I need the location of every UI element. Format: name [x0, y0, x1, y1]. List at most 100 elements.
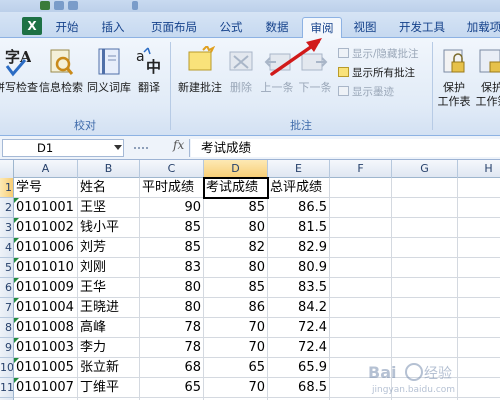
row-header-8[interactable]: 8: [0, 318, 14, 338]
cell-c11[interactable]: 65: [140, 378, 204, 398]
cell-b7[interactable]: 王晓进: [78, 298, 140, 318]
cell-b10[interactable]: 张立新: [78, 358, 140, 378]
cell-a8[interactable]: 0101008: [14, 318, 78, 338]
cell-f6[interactable]: [330, 278, 392, 298]
undo-icon[interactable]: [54, 1, 64, 10]
row-header-7[interactable]: 7: [0, 298, 14, 318]
cell-e1[interactable]: 总评成绩: [268, 178, 330, 198]
cell-b5[interactable]: 刘刚: [78, 258, 140, 278]
cell-e8[interactable]: 72.4: [268, 318, 330, 338]
cell-c8[interactable]: 78: [140, 318, 204, 338]
cell-h8[interactable]: [458, 318, 500, 338]
cell-h3[interactable]: [458, 218, 500, 238]
cell-c3[interactable]: 85: [140, 218, 204, 238]
formula-input[interactable]: 考试成绩: [191, 139, 500, 157]
cell-g1[interactable]: [392, 178, 458, 198]
cell-e10[interactable]: 65.9: [268, 358, 330, 378]
translate-button[interactable]: a 中 翻译: [132, 46, 166, 95]
cell-a2[interactable]: 0101001: [14, 198, 78, 218]
cell-f2[interactable]: [330, 198, 392, 218]
column-header-f[interactable]: F: [330, 160, 392, 178]
cell-c9[interactable]: 78: [140, 338, 204, 358]
cell-e7[interactable]: 84.2: [268, 298, 330, 318]
cell-g4[interactable]: [392, 238, 458, 258]
tab-data[interactable]: 数据: [256, 17, 298, 38]
row-header-3[interactable]: 3: [0, 218, 14, 238]
cell-g7[interactable]: [392, 298, 458, 318]
row-header-10[interactable]: 10: [0, 358, 14, 378]
cell-d5[interactable]: 80: [204, 258, 268, 278]
cell-f7[interactable]: [330, 298, 392, 318]
cell-c7[interactable]: 80: [140, 298, 204, 318]
number-as-text-indicator-icon[interactable]: [14, 278, 19, 283]
cell-b8[interactable]: 高峰: [78, 318, 140, 338]
cell-f5[interactable]: [330, 258, 392, 278]
row-header-11[interactable]: 11: [0, 378, 14, 398]
tab-home[interactable]: 开始: [48, 17, 86, 38]
tab-insert[interactable]: 插入: [92, 17, 134, 38]
show-ink-button[interactable]: 显示墨迹: [338, 84, 394, 100]
cell-g3[interactable]: [392, 218, 458, 238]
cell-a10[interactable]: 0101005: [14, 358, 78, 378]
row-header-6[interactable]: 6: [0, 278, 14, 298]
number-as-text-indicator-icon[interactable]: [14, 358, 19, 363]
cell-f3[interactable]: [330, 218, 392, 238]
cell-d7[interactable]: 86: [204, 298, 268, 318]
cell-d9[interactable]: 70: [204, 338, 268, 358]
number-as-text-indicator-icon[interactable]: [14, 218, 19, 223]
cell-c2[interactable]: 90: [140, 198, 204, 218]
cell-a1[interactable]: 学号: [14, 178, 78, 198]
cell-a3[interactable]: 0101002: [14, 218, 78, 238]
tab-formulas[interactable]: 公式: [212, 17, 250, 38]
protect-workbook-button[interactable]: 保护 工作簿: [472, 46, 500, 109]
number-as-text-indicator-icon[interactable]: [14, 238, 19, 243]
cell-e5[interactable]: 80.9: [268, 258, 330, 278]
name-box-dropdown-icon[interactable]: [114, 145, 122, 150]
cell-d3[interactable]: 80: [204, 218, 268, 238]
column-header-b[interactable]: B: [78, 160, 140, 178]
cell-d10[interactable]: 65: [204, 358, 268, 378]
cell-b9[interactable]: 李力: [78, 338, 140, 358]
cell-g8[interactable]: [392, 318, 458, 338]
row-header-4[interactable]: 4: [0, 238, 14, 258]
number-as-text-indicator-icon[interactable]: [14, 338, 19, 343]
tab-view[interactable]: 视图: [346, 17, 384, 38]
cell-e11[interactable]: 68.5: [268, 378, 330, 398]
cell-h7[interactable]: [458, 298, 500, 318]
show-hide-comment-button[interactable]: 显示/隐藏批注: [338, 46, 419, 62]
name-box[interactable]: D1: [2, 139, 124, 157]
cell-f4[interactable]: [330, 238, 392, 258]
cell-d2[interactable]: 85: [204, 198, 268, 218]
cell-a5[interactable]: 0101010: [14, 258, 78, 278]
save-icon[interactable]: [40, 1, 50, 10]
cell-h9[interactable]: [458, 338, 500, 358]
redo-icon[interactable]: [68, 1, 78, 10]
tab-developer[interactable]: 开发工具: [392, 17, 452, 38]
cell-c4[interactable]: 85: [140, 238, 204, 258]
column-header-h[interactable]: H: [458, 160, 500, 178]
cell-g9[interactable]: [392, 338, 458, 358]
cell-c5[interactable]: 83: [140, 258, 204, 278]
new-comment-button[interactable]: 新建批注: [176, 44, 224, 95]
tab-page-layout[interactable]: 页面布局: [140, 17, 208, 38]
column-header-g[interactable]: G: [392, 160, 458, 178]
thesaurus-button[interactable]: 同义词库: [86, 46, 132, 95]
cell-h5[interactable]: [458, 258, 500, 278]
formula-bar-resize-handle[interactable]: [134, 147, 148, 151]
tab-add-ins[interactable]: 加载项: [460, 17, 500, 38]
insert-function-button[interactable]: fx: [173, 138, 184, 152]
number-as-text-indicator-icon[interactable]: [14, 378, 19, 383]
cell-b1[interactable]: 姓名: [78, 178, 140, 198]
cell-f9[interactable]: [330, 338, 392, 358]
cell-b11[interactable]: 丁维平: [78, 378, 140, 398]
cell-b3[interactable]: 钱小平: [78, 218, 140, 238]
cell-g5[interactable]: [392, 258, 458, 278]
next-comment-button[interactable]: 下一条: [296, 46, 334, 95]
cell-e9[interactable]: 72.4: [268, 338, 330, 358]
cell-c1[interactable]: 平时成绩: [140, 178, 204, 198]
delete-comment-button[interactable]: 删除: [226, 46, 256, 95]
cell-e2[interactable]: 86.5: [268, 198, 330, 218]
row-header-5[interactable]: 5: [0, 258, 14, 278]
number-as-text-indicator-icon[interactable]: [14, 298, 19, 303]
cell-d6[interactable]: 85: [204, 278, 268, 298]
